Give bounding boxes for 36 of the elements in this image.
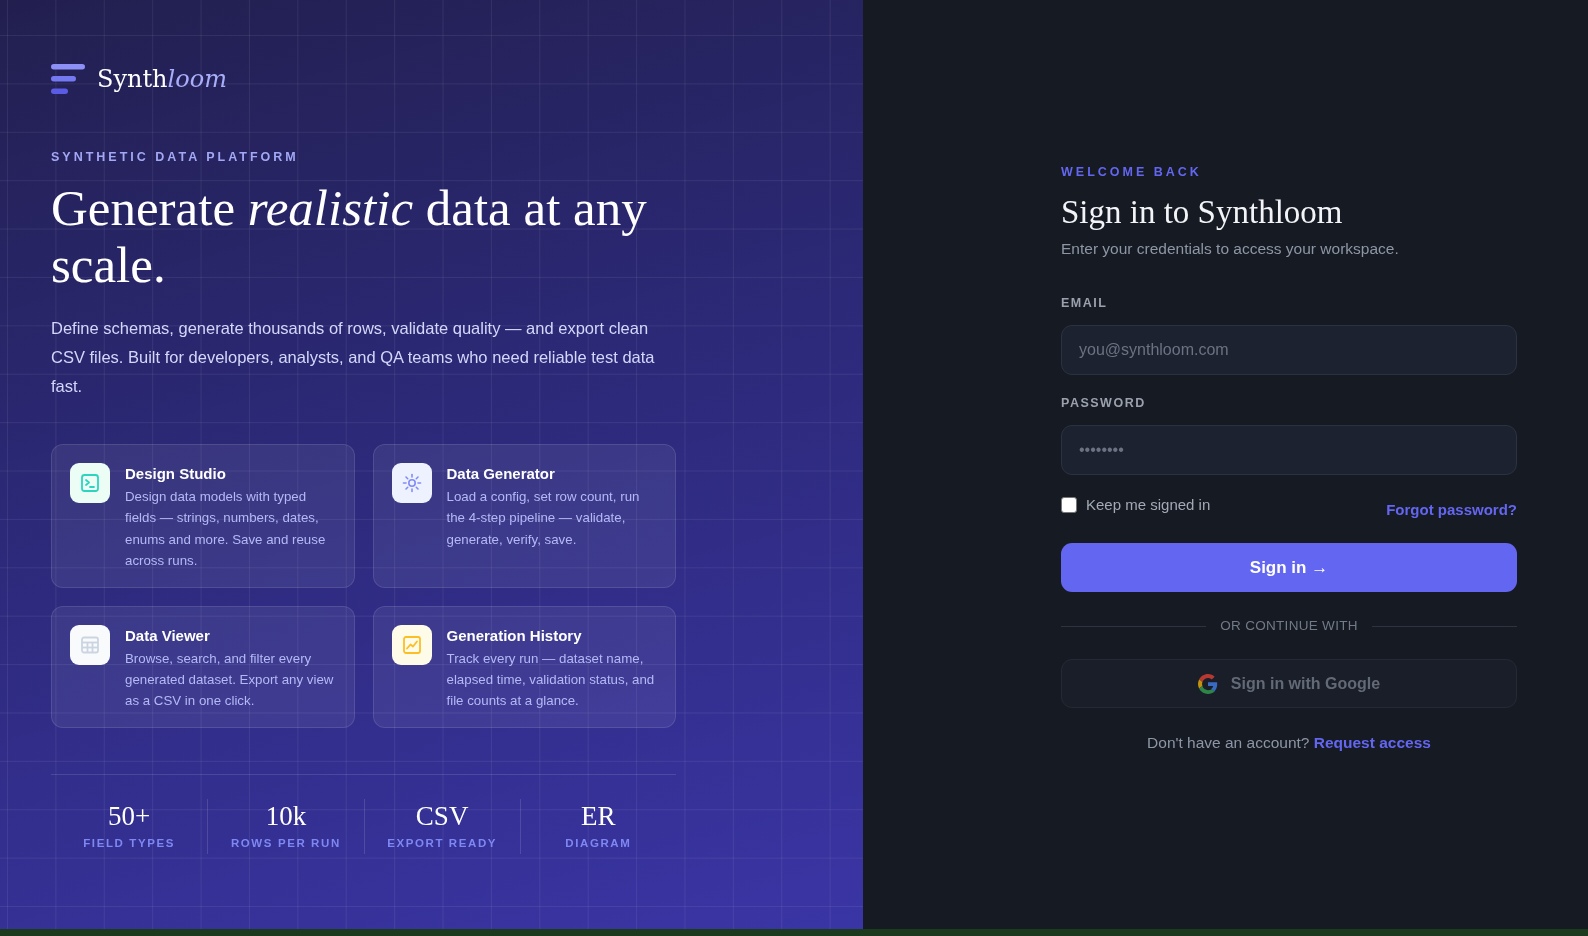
password-field[interactable]: •••••••• — [1061, 425, 1517, 475]
email-field[interactable]: you@synthloom.com — [1061, 325, 1517, 375]
feature-title: Data Generator — [446, 464, 555, 484]
signup-prompt: Don't have an account? Request access — [1147, 733, 1431, 753]
forgot-password-link[interactable]: Forgot password? — [1386, 501, 1517, 519]
remember-checkbox[interactable] — [1061, 497, 1077, 513]
bars-logo-icon — [51, 64, 85, 94]
stat-label: ROWS PER RUN — [230, 835, 341, 851]
signin-eyebrow: WELCOME BACK — [1061, 165, 1202, 180]
stat-value: 10k — [265, 800, 307, 831]
feature-description: Track every run — dataset name, elapsed time, validation status, and file counts at a glance. — [446, 649, 656, 711]
feature-title: Data Viewer — [125, 625, 210, 646]
stat-value: 50+ — [108, 800, 151, 831]
feature-description: Design data models with typed fields — strings, numbers, dates, enums and more. Save and reuse across runs. — [125, 488, 327, 571]
feature-description: Browse, search, and filter every generated dataset. Export any view as a CSV in one click. — [125, 649, 335, 711]
g-logo-icon — [1197, 673, 1218, 694]
hero-description: Define schemas, generate thousands of rows, validate quality — and export clean CSV files. Built for developers, analysts, and QA teams who need reliable test data fast. — [51, 318, 656, 397]
hero-title: Generate realistic data at any scale. — [51, 180, 648, 294]
stat-label: FIELD TYPES — [83, 835, 175, 851]
stat-value: CSV — [415, 800, 469, 831]
signin-title: Sign in to Synthloom — [1061, 193, 1343, 231]
stat-value: ER — [581, 800, 616, 831]
brand-name: Synthloom — [97, 64, 227, 95]
divider-label: OR CONTINUE WITH — [1220, 617, 1358, 635]
stat-label: DIAGRAM — [565, 835, 632, 851]
email-label: EMAIL — [1061, 295, 1108, 311]
feature-title: Generation History — [446, 625, 582, 646]
password-label: PASSWORD — [1061, 395, 1146, 411]
feature-title: Design Studio — [125, 464, 226, 484]
stat-label: EXPORT READY — [387, 835, 498, 851]
feature-description: Load a config, set row count, run the 4-step pipeline — validate, generate, verify, save. — [446, 488, 641, 549]
hero-eyebrow: SYNTHETIC DATA PLATFORM — [51, 150, 299, 165]
remember-label: Keep me signed in — [1086, 495, 1211, 515]
request-access-link[interactable]: Request access — [1313, 734, 1431, 751]
sign-in-button[interactable]: Sign in → — [1061, 543, 1517, 592]
signin-subtitle: Enter your credentials to access your workspace. — [1061, 239, 1399, 259]
